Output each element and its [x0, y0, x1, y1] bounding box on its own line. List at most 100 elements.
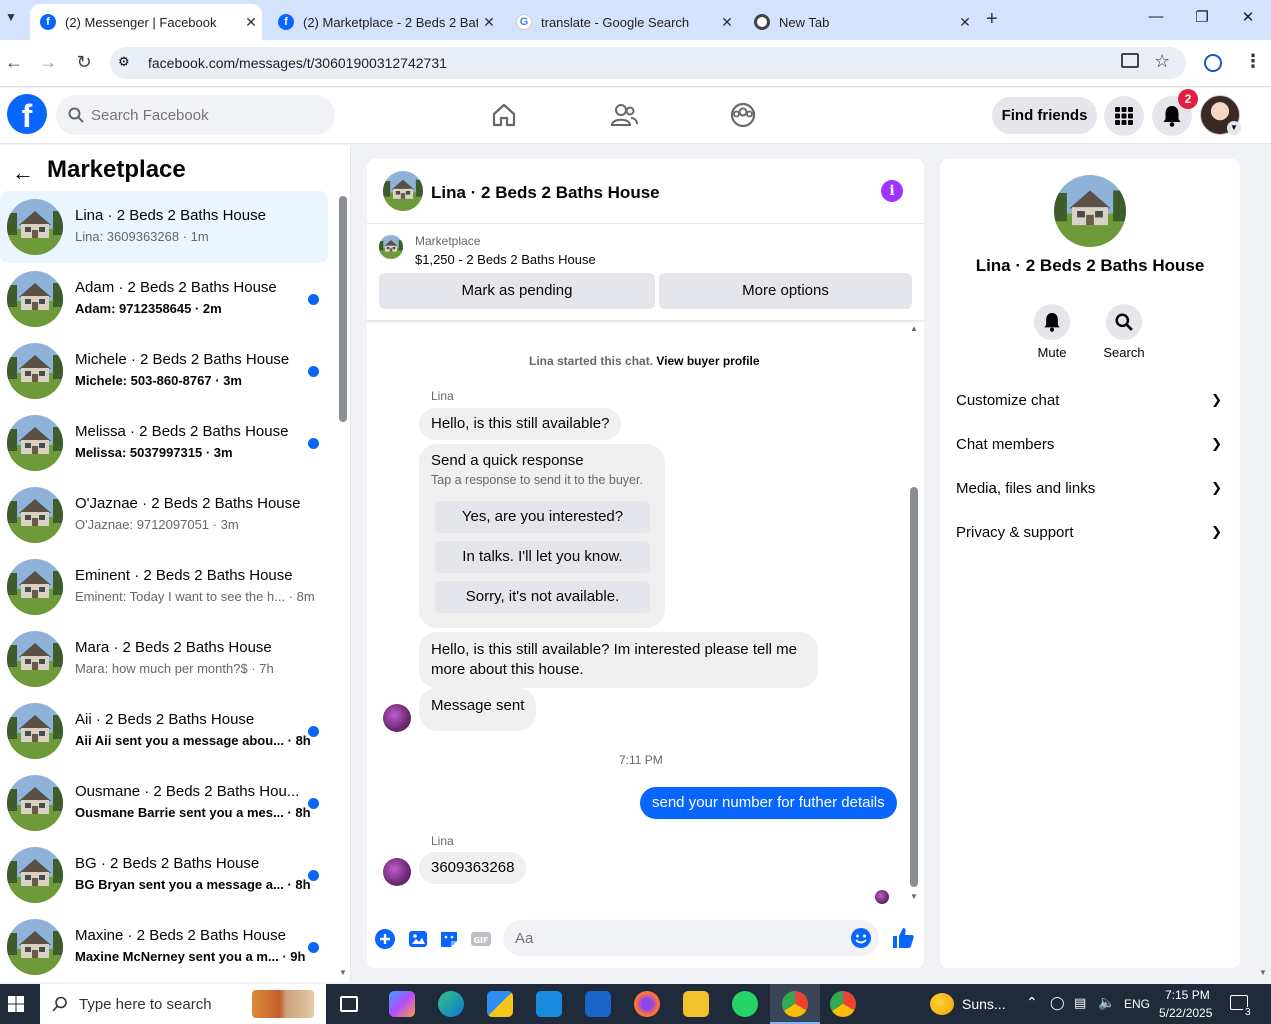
chat-title[interactable]: Lina · 2 Beds 2 Baths House [431, 183, 660, 203]
menu-grid-button[interactable] [1104, 96, 1144, 136]
meet-now-icon[interactable]: ◯ [1050, 995, 1065, 1011]
info-icon[interactable]: i [881, 180, 903, 202]
browser-menu-icon[interactable]: ⋮ [1244, 51, 1262, 72]
reload-icon[interactable]: ↻ [72, 52, 96, 73]
taskbar-search[interactable]: Type here to search [40, 984, 326, 1024]
close-tab-icon[interactable]: ✕ [240, 14, 262, 31]
close-tab-icon[interactable]: ✕ [478, 14, 500, 31]
tab-google[interactable]: G translate - Google Search ✕ [506, 4, 738, 40]
conversation-row[interactable]: Lina · 2 Beds 2 Baths House Lina: 3609363… [0, 191, 328, 263]
details-avatar[interactable] [1054, 175, 1126, 247]
conversation-row[interactable]: Eminent · 2 Beds 2 Baths House Eminent: T… [0, 551, 328, 623]
listing-thumbnail[interactable] [379, 235, 403, 259]
conversation-row[interactable]: Mara · 2 Beds 2 Baths House Mara: how muc… [0, 623, 328, 695]
facebook-search-input[interactable] [91, 95, 321, 135]
tray-chevron-icon[interactable]: ⌃ [1026, 994, 1038, 1011]
message-input[interactable] [515, 920, 835, 956]
store-icon[interactable] [487, 991, 513, 1017]
file-explorer-icon[interactable] [683, 991, 709, 1017]
chrome-icon[interactable] [782, 991, 808, 1017]
install-app-icon[interactable] [1121, 53, 1139, 68]
chat-members-section[interactable]: Chat members ❯ [956, 436, 1226, 453]
chat-scrollbar[interactable] [910, 487, 918, 887]
conversation-row[interactable]: Adam · 2 Beds 2 Baths House Adam: 9712358… [0, 263, 328, 335]
clock-time[interactable]: 7:15 PM [1165, 988, 1210, 1002]
minimize-icon[interactable]: — [1141, 8, 1171, 25]
search-in-chat-button[interactable] [1106, 304, 1142, 340]
quick-reply-in-talks[interactable]: In talks. I'll let you know. [435, 541, 650, 573]
clock-date[interactable]: 5/22/2025 [1159, 1006, 1212, 1020]
close-window-icon[interactable]: ✕ [1233, 8, 1263, 26]
network-icon[interactable]: ▤ [1074, 995, 1086, 1011]
quick-reply-not-available[interactable]: Sorry, it's not available. [435, 581, 650, 613]
site-settings-icon[interactable]: ⚙ [118, 54, 136, 72]
add-circle-icon[interactable] [374, 928, 396, 950]
facebook-logo-icon[interactable]: f [7, 94, 47, 134]
tab-search-icon[interactable]: ▼ [0, 10, 22, 30]
conversation-row[interactable]: Michele · 2 Beds 2 Baths House Michele: 5… [0, 335, 328, 407]
firefox-icon[interactable] [634, 991, 660, 1017]
thumbs-up-icon[interactable] [891, 926, 915, 950]
quick-reply-interested[interactable]: Yes, are you interested? [435, 501, 650, 533]
whatsapp-icon[interactable] [732, 991, 758, 1017]
conversation-row[interactable]: Aii · 2 Beds 2 Baths House Aii Aii sent y… [0, 695, 328, 767]
view-buyer-profile-link[interactable]: View buyer profile [656, 354, 759, 368]
mute-button[interactable] [1034, 304, 1070, 340]
home-icon[interactable] [490, 101, 518, 129]
conversation-row[interactable]: Melissa · 2 Beds 2 Baths House Melissa: 5… [0, 407, 328, 479]
chat-scroll-down-icon[interactable]: ▼ [910, 892, 918, 901]
task-view-icon[interactable] [340, 996, 358, 1012]
url-text[interactable]: facebook.com/messages/t/3060190031274273… [148, 55, 447, 71]
language-indicator[interactable]: ENG [1124, 997, 1150, 1011]
media-files-links-section[interactable]: Media, files and links ❯ [956, 480, 1226, 497]
weather-icon[interactable] [930, 993, 954, 1015]
find-friends-button[interactable]: Find friends [992, 97, 1097, 134]
sender-avatar[interactable] [383, 858, 411, 886]
chat-avatar[interactable] [383, 171, 423, 211]
chrome-profile-icon[interactable] [830, 991, 856, 1017]
sticker-icon[interactable] [438, 928, 460, 950]
new-tab-icon[interactable]: + [986, 8, 998, 31]
bookmark-star-icon[interactable]: ☆ [1154, 51, 1170, 72]
conversation-row[interactable]: Maxine · 2 Beds 2 Baths House Maxine McNe… [0, 911, 328, 983]
friends-icon[interactable] [610, 101, 638, 129]
close-tab-icon[interactable]: ✕ [716, 14, 738, 31]
windows-start-icon[interactable] [8, 996, 24, 1012]
close-tab-icon[interactable]: ✕ [954, 14, 976, 31]
gif-icon[interactable]: GIF [470, 928, 492, 950]
mark-as-pending-button[interactable]: Mark as pending [379, 273, 655, 309]
list-scroll-down-icon[interactable]: ▼ [339, 968, 347, 977]
volume-icon[interactable]: 🔈 [1098, 994, 1115, 1011]
back-icon[interactable]: ← [2, 52, 26, 73]
conversation-row[interactable]: BG · 2 Beds 2 Baths House BG Bryan sent y… [0, 839, 328, 911]
more-options-button[interactable]: More options [659, 273, 912, 309]
tab-messenger[interactable]: f (2) Messenger | Facebook ✕ [30, 4, 262, 40]
account-chevron-icon[interactable]: ▼ [1227, 121, 1241, 135]
facebook-search-box[interactable] [56, 95, 335, 135]
restore-icon[interactable]: ❐ [1187, 8, 1217, 26]
privacy-support-section[interactable]: Privacy & support ❯ [956, 524, 1226, 541]
tab-marketplace[interactable]: f (2) Marketplace - 2 Beds 2 Bath ✕ [268, 4, 500, 40]
listing-price-title[interactable]: $1,250 - 2 Beds 2 Baths House [415, 252, 596, 267]
copilot-icon[interactable] [389, 991, 415, 1017]
listing-avatar [7, 559, 63, 615]
groups-icon[interactable] [729, 101, 757, 129]
profile-icon[interactable] [1204, 54, 1222, 72]
conversation-row[interactable]: Ousmane · 2 Beds 2 Baths Hou... Ousmane B… [0, 767, 328, 839]
conversation-row[interactable]: O'Jaznae · 2 Beds 2 Baths House O'Jaznae:… [0, 479, 328, 551]
photo-icon[interactable] [407, 928, 429, 950]
edge-icon[interactable] [438, 991, 464, 1017]
tab-newtab[interactable]: New Tab ✕ [744, 4, 976, 40]
forward-icon[interactable]: → [36, 52, 60, 73]
mail-icon[interactable] [536, 991, 562, 1017]
customize-chat-section[interactable]: Customize chat ❯ [956, 392, 1226, 409]
message-composer[interactable] [503, 920, 879, 956]
sender-avatar[interactable] [383, 704, 411, 732]
app-icon[interactable] [585, 991, 611, 1017]
page-scroll-down-icon[interactable]: ▼ [1259, 968, 1267, 977]
back-arrow-icon[interactable]: ← [12, 160, 34, 186]
emoji-icon[interactable] [850, 927, 872, 949]
chat-scroll-up-icon[interactable]: ▲ [910, 324, 918, 333]
weather-text[interactable]: Suns... [962, 996, 1006, 1012]
list-scrollbar[interactable] [339, 196, 347, 422]
